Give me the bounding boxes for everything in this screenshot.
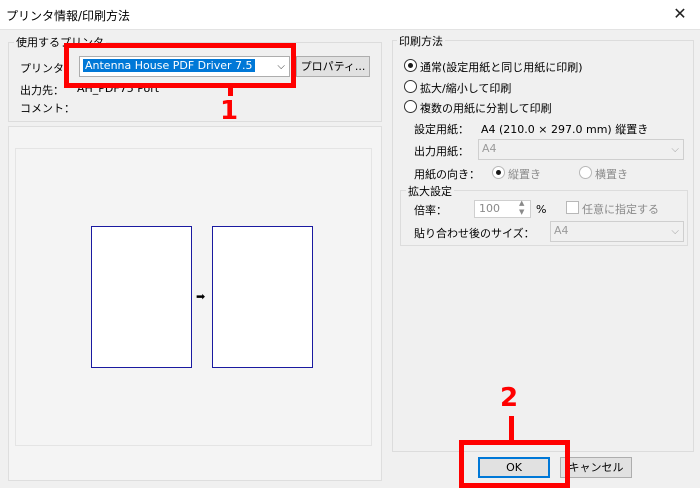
printer-label: プリンタ (20, 62, 64, 75)
radio-normal[interactable] (404, 59, 417, 72)
properties-button[interactable]: プロパティ... (296, 56, 370, 77)
comment-label: コメント： (20, 102, 75, 115)
marker-2: 2 (500, 383, 519, 413)
chevron-down-icon: ⌵ (671, 144, 679, 155)
output-paper-label: 出力用紙： (414, 145, 469, 158)
stepper-down-icon[interactable]: ▼ (519, 208, 524, 216)
ok-highlight-box (459, 440, 570, 488)
custom-checkbox-label[interactable]: 任意に指定する (582, 201, 659, 217)
orientation-label: 用紙の向き： (414, 168, 480, 181)
output-paper-value: A4 (482, 142, 497, 155)
radio-scale[interactable] (404, 80, 417, 93)
paper-setting-value: A4 (210.0 × 297.0 mm) 縦置き (481, 123, 649, 136)
source-page (91, 226, 192, 368)
ratio-value: 100 (479, 202, 500, 215)
ratio-unit: % (536, 203, 547, 216)
chevron-down-icon: ⌵ (671, 226, 679, 237)
window-title: プリンタ情報/印刷方法 (6, 9, 131, 23)
radio-portrait-label[interactable]: 縦置き (508, 166, 541, 182)
radio-split-label[interactable]: 複数の用紙に分割して印刷 (420, 100, 552, 116)
cancel-button[interactable]: キャンセル (560, 457, 632, 478)
marker2-line (509, 416, 514, 442)
zoom-group-title: 拡大設定 (406, 183, 454, 199)
size-value: A4 (554, 224, 569, 237)
close-icon[interactable]: ✕ (664, 2, 696, 26)
radio-landscape[interactable] (579, 166, 592, 179)
arrow-right-icon: ➡ (196, 290, 206, 303)
preview-area (15, 148, 372, 446)
printer-highlight-box (64, 43, 296, 88)
stepper-up-icon[interactable]: ▲ (519, 199, 524, 207)
marker-1: 1 (220, 96, 239, 126)
radio-normal-label[interactable]: 通常(設定用紙と同じ用紙に印刷) (420, 59, 583, 75)
size-label: 貼り合わせ後のサイズ： (414, 227, 535, 240)
paper-setting-label: 設定用紙： (414, 123, 469, 136)
marker1-line (228, 86, 233, 96)
radio-split[interactable] (404, 100, 417, 113)
output-paper-select[interactable]: A4 ⌵ (478, 139, 684, 160)
ratio-stepper[interactable]: 100 ▲ ▼ (474, 199, 531, 218)
output-page (212, 226, 313, 368)
ratio-label: 倍率： (414, 204, 447, 217)
size-select[interactable]: A4 ⌵ (550, 221, 684, 242)
radio-landscape-label[interactable]: 横置き (595, 166, 628, 182)
radio-portrait[interactable] (492, 166, 505, 179)
print-method-title: 印刷方法 (397, 33, 445, 49)
output-label: 出力先： (20, 84, 64, 97)
custom-checkbox[interactable] (566, 201, 579, 214)
radio-scale-label[interactable]: 拡大/縮小して印刷 (420, 80, 511, 96)
